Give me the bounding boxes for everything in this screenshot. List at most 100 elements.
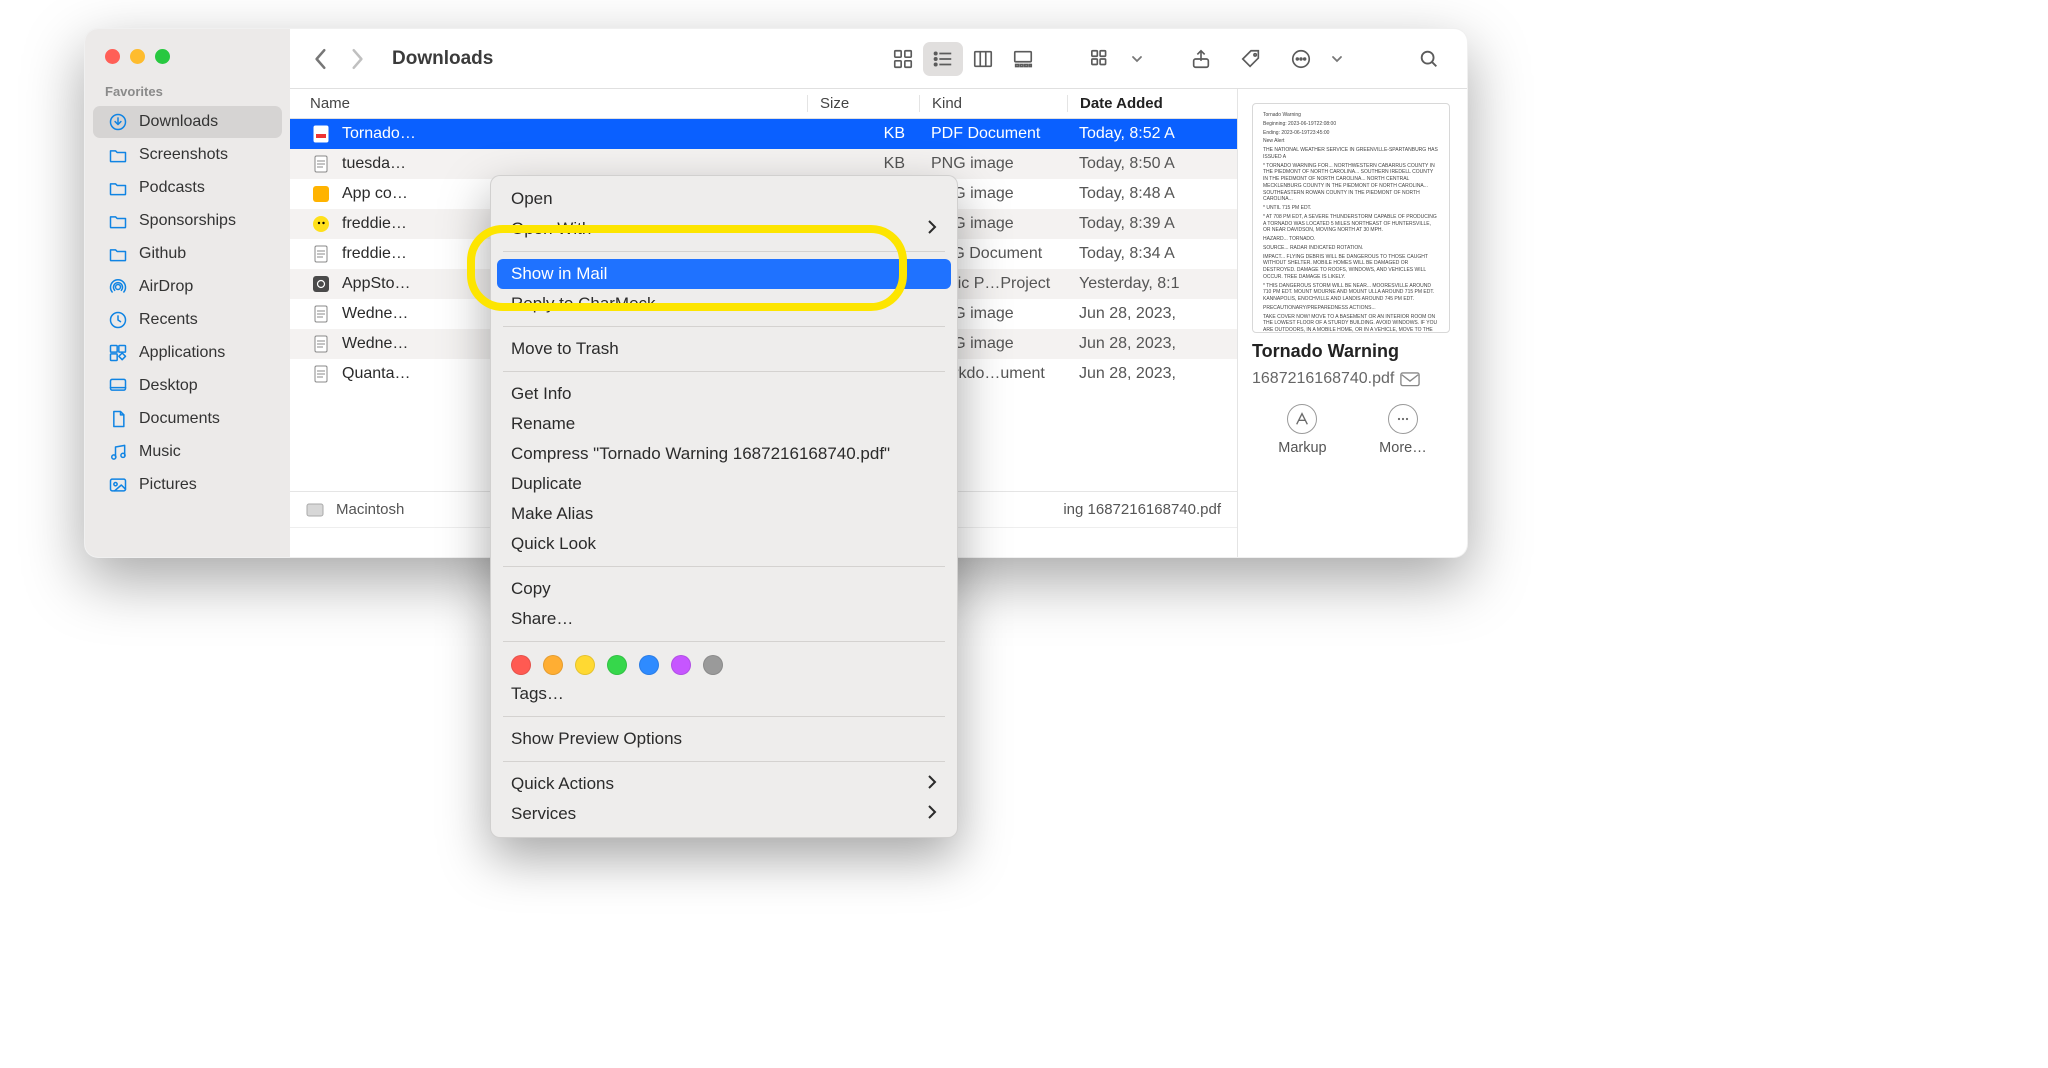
more-label: More… xyxy=(1379,440,1427,456)
file-date: Today, 8:50 A xyxy=(1067,155,1237,173)
minimize-window-button[interactable] xyxy=(130,49,145,64)
ctx-reply-to-charmeck[interactable]: Reply to CharMeck xyxy=(491,289,957,319)
music-icon xyxy=(107,441,129,463)
ctx-show-preview-options[interactable]: Show Preview Options xyxy=(491,724,957,754)
ctx-item-label: Move to Trash xyxy=(511,339,619,359)
icon-view-button[interactable] xyxy=(883,42,923,76)
tag-color[interactable] xyxy=(639,655,659,675)
sidebar-item-label: Music xyxy=(139,443,181,461)
ctx-item-label: Show in Mail xyxy=(511,264,607,284)
file-icon xyxy=(310,273,332,295)
tags-button[interactable] xyxy=(1231,42,1271,76)
ctx-rename[interactable]: Rename xyxy=(491,409,957,439)
pictures-icon xyxy=(107,474,129,496)
markup-action[interactable]: Markup xyxy=(1278,404,1326,456)
file-icon xyxy=(310,363,332,385)
tag-color[interactable] xyxy=(575,655,595,675)
sidebar-item-label: Recents xyxy=(139,311,198,329)
preview-thumbnail[interactable]: Tornado WarningBeginning: 2023-06-19T22:… xyxy=(1252,103,1450,333)
column-name[interactable]: Name xyxy=(310,95,807,112)
group-button[interactable] xyxy=(1081,42,1121,76)
chevron-right-icon xyxy=(927,774,937,794)
ctx-item-label: Rename xyxy=(511,414,575,434)
file-date: Today, 8:52 A xyxy=(1067,125,1237,143)
sidebar-item-music[interactable]: Music xyxy=(93,436,282,468)
column-kind[interactable]: Kind xyxy=(919,95,1067,112)
group-menu-chevron-icon[interactable] xyxy=(1131,53,1143,65)
ctx-open[interactable]: Open xyxy=(491,184,957,214)
search-button[interactable] xyxy=(1409,42,1449,76)
ctx-services[interactable]: Services xyxy=(491,799,957,829)
tag-color[interactable] xyxy=(703,655,723,675)
tag-color[interactable] xyxy=(511,655,531,675)
clock-icon xyxy=(107,309,129,331)
file-kind: PNG image xyxy=(919,155,1067,173)
sidebar-item-label: Screenshots xyxy=(139,146,228,164)
sidebar-item-label: Downloads xyxy=(139,113,218,131)
sidebar-item-sponsorships[interactable]: Sponsorships xyxy=(93,205,282,237)
column-view-button[interactable] xyxy=(963,42,1003,76)
back-button[interactable] xyxy=(308,44,334,74)
sidebar-item-pictures[interactable]: Pictures xyxy=(93,469,282,501)
share-button[interactable] xyxy=(1181,42,1221,76)
sidebar-item-downloads[interactable]: Downloads xyxy=(93,106,282,138)
file-row[interactable]: Tornado…KBPDF DocumentToday, 8:52 A xyxy=(290,119,1237,149)
file-size: KB xyxy=(807,155,919,173)
sidebar-item-recents[interactable]: Recents xyxy=(93,304,282,336)
ctx-make-alias[interactable]: Make Alias xyxy=(491,499,957,529)
sidebar: Favorites DownloadsScreenshotsPodcastsSp… xyxy=(85,29,290,557)
ctx-move-to-trash[interactable]: Move to Trash xyxy=(491,334,957,364)
ctx-quick-actions[interactable]: Quick Actions xyxy=(491,769,957,799)
file-icon xyxy=(310,123,332,145)
markup-label: Markup xyxy=(1278,440,1326,456)
chevron-right-icon xyxy=(927,219,937,239)
sidebar-item-documents[interactable]: Documents xyxy=(93,403,282,435)
preview-title: Tornado Warning xyxy=(1252,341,1453,362)
tag-color[interactable] xyxy=(607,655,627,675)
preview-filename: 1687216168740.pdf xyxy=(1252,370,1394,388)
action-button[interactable] xyxy=(1281,42,1321,76)
close-window-button[interactable] xyxy=(105,49,120,64)
sidebar-item-label: Podcasts xyxy=(139,179,205,197)
column-date-added[interactable]: Date Added xyxy=(1067,95,1237,112)
action-menu-chevron-icon[interactable] xyxy=(1331,53,1343,65)
sidebar-item-screenshots[interactable]: Screenshots xyxy=(93,139,282,171)
ctx-copy[interactable]: Copy xyxy=(491,574,957,604)
ctx-show-in-mail[interactable]: Show in Mail xyxy=(497,259,951,289)
sidebar-item-applications[interactable]: Applications xyxy=(93,337,282,369)
sidebar-item-github[interactable]: Github xyxy=(93,238,282,270)
file-date: Today, 8:39 A xyxy=(1067,215,1237,233)
ctx-item-label: Open xyxy=(511,189,553,209)
ctx-quick-look[interactable]: Quick Look xyxy=(491,529,957,559)
forward-button[interactable] xyxy=(344,44,370,74)
ctx-separator xyxy=(503,371,945,372)
ctx-get-info[interactable]: Get Info xyxy=(491,379,957,409)
sidebar-item-airdrop[interactable]: AirDrop xyxy=(93,271,282,303)
gallery-view-button[interactable] xyxy=(1003,42,1043,76)
tag-color[interactable] xyxy=(671,655,691,675)
path-root[interactable]: Macintosh xyxy=(336,501,404,518)
sidebar-item-desktop[interactable]: Desktop xyxy=(93,370,282,402)
folder-icon xyxy=(107,177,129,199)
column-size[interactable]: Size xyxy=(807,95,919,112)
ctx-duplicate[interactable]: Duplicate xyxy=(491,469,957,499)
ctx-open-with[interactable]: Open With xyxy=(491,214,957,244)
ctx-compress-tornado-warning-1687216168740-pdf[interactable]: Compress "Tornado Warning 1687216168740.… xyxy=(491,439,957,469)
ctx-share[interactable]: Share… xyxy=(491,604,957,634)
ctx-separator xyxy=(503,641,945,642)
file-icon xyxy=(310,243,332,265)
file-name: Tornado… xyxy=(342,125,807,143)
path-current[interactable]: ing 1687216168740.pdf xyxy=(1063,501,1221,518)
zoom-window-button[interactable] xyxy=(155,49,170,64)
tag-color[interactable] xyxy=(543,655,563,675)
sidebar-item-podcasts[interactable]: Podcasts xyxy=(93,172,282,204)
ctx-tags[interactable]: Tags… xyxy=(491,679,957,709)
sidebar-item-label: AirDrop xyxy=(139,278,193,296)
list-view-button[interactable] xyxy=(923,42,963,76)
file-date: Jun 28, 2023, xyxy=(1067,305,1237,323)
ctx-item-label: Duplicate xyxy=(511,474,582,494)
sidebar-item-label: Applications xyxy=(139,344,225,362)
sidebar-item-label: Desktop xyxy=(139,377,198,395)
file-icon xyxy=(310,213,332,235)
more-action[interactable]: More… xyxy=(1379,404,1427,456)
